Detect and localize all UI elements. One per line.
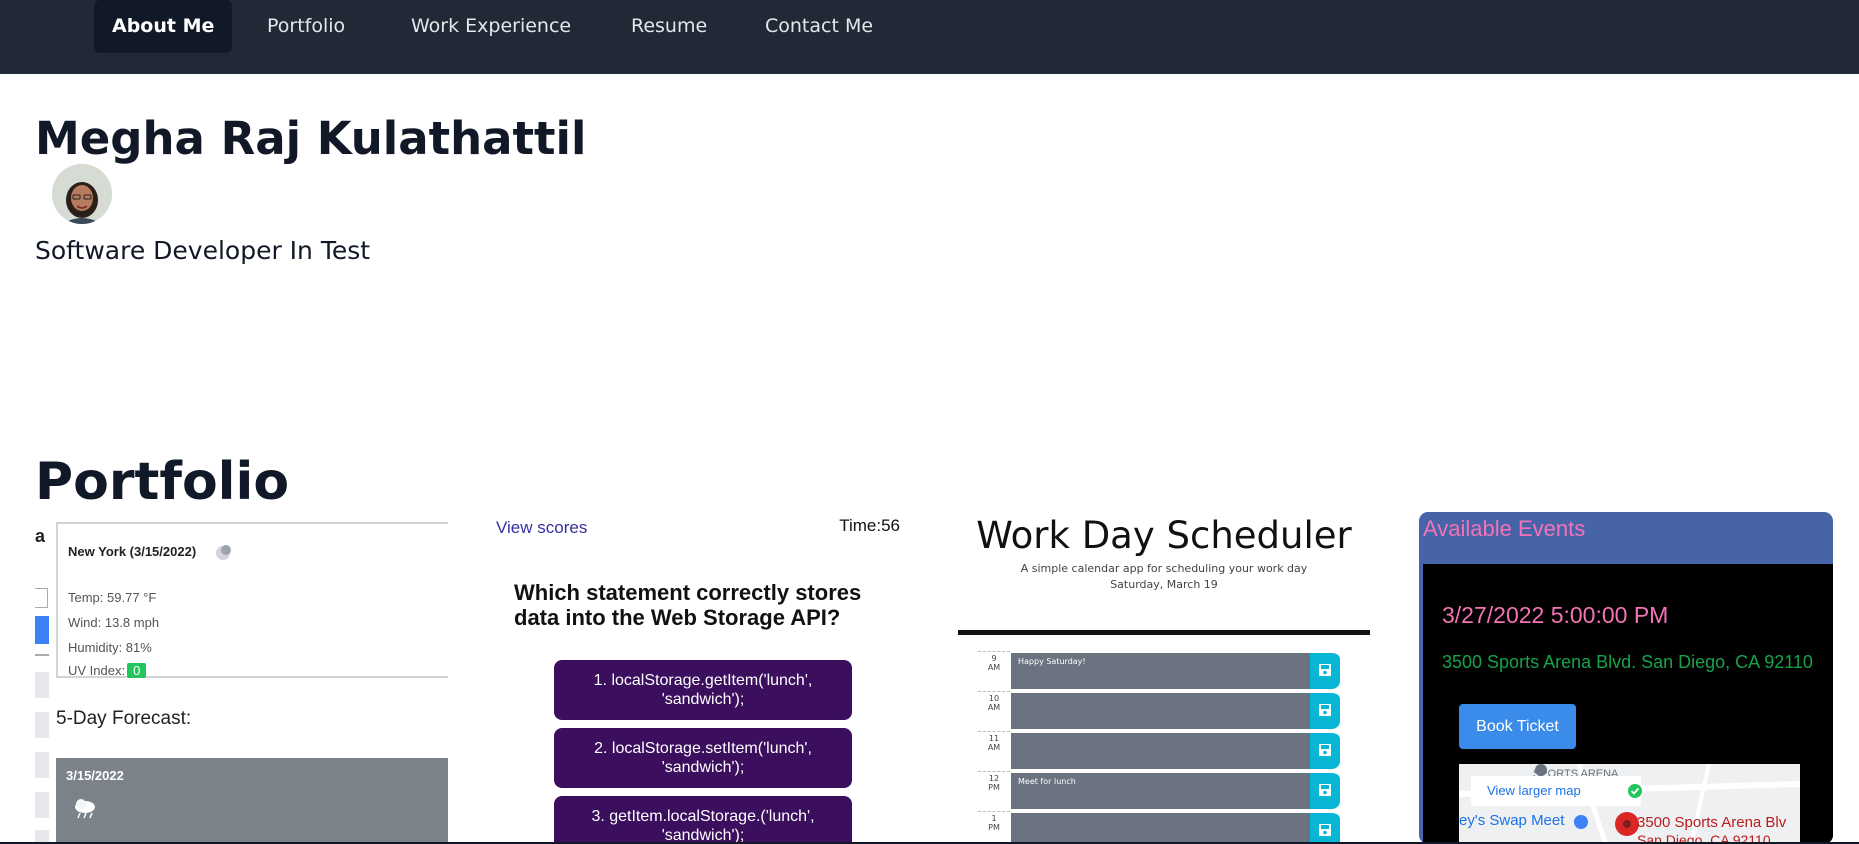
event-text[interactable] bbox=[1011, 691, 1310, 729]
quiz-answer-3[interactable]: 3. getItem.localStorage.('lunch', 'sandw… bbox=[554, 796, 852, 844]
hour-label: 10 AM bbox=[978, 691, 1010, 729]
map-venue-label: 3500 Sports Arena Blv bbox=[1637, 814, 1787, 831]
quiz-answer-2[interactable]: 2. localStorage.setItem('lunch', 'sandwi… bbox=[554, 728, 852, 788]
hour-label: 12 PM bbox=[978, 771, 1010, 809]
hour-label: 1 PM bbox=[978, 811, 1010, 844]
page-title: Megha Raj Kulathattil bbox=[35, 112, 587, 165]
avatar-photo-icon bbox=[52, 164, 112, 224]
weather-sidebar: a bbox=[35, 512, 55, 844]
event-map[interactable]: SPORTS ARENA View larger map ey's Swap M… bbox=[1459, 764, 1800, 844]
uv-badge: 0 bbox=[127, 663, 147, 678]
event-text[interactable]: Meet for lunch bbox=[1011, 771, 1310, 809]
forecast-heading: 5-Day Forecast: bbox=[56, 708, 192, 729]
nav-about-me[interactable]: About Me bbox=[94, 0, 233, 53]
forecast-card: 3/15/2022 bbox=[56, 758, 448, 844]
event-text[interactable]: Happy Saturday! bbox=[1011, 651, 1310, 689]
portfolio-event-booking[interactable]: Available Events 3/27/2022 5:00:00 PM 35… bbox=[1419, 512, 1833, 844]
event-date: 3/27/2022 5:00:00 PM bbox=[1442, 602, 1669, 628]
forecast-date: 3/15/2022 bbox=[66, 768, 124, 783]
nav-resume[interactable]: Resume bbox=[631, 0, 707, 53]
event-text[interactable] bbox=[1011, 811, 1310, 844]
scheduler-divider bbox=[958, 630, 1370, 635]
quiz-answer-1[interactable]: 1. localStorage.getItem('lunch', 'sandwi… bbox=[554, 660, 852, 720]
save-button[interactable] bbox=[1310, 771, 1340, 809]
rain-cloud-icon bbox=[75, 799, 95, 819]
save-button[interactable] bbox=[1310, 731, 1340, 769]
save-button[interactable] bbox=[1310, 651, 1340, 689]
scheduler-subtitle: A simple calendar app for scheduling you… bbox=[1020, 562, 1308, 575]
sidebar-letter: a bbox=[35, 526, 46, 546]
save-icon bbox=[1319, 704, 1331, 716]
save-icon bbox=[1319, 824, 1331, 836]
hour-label: 11 AM bbox=[978, 731, 1010, 769]
time-block-row: 9 AM Happy Saturday! bbox=[978, 651, 1350, 689]
portfolio-code-quiz[interactable]: View scores Time:56 Which statement corr… bbox=[482, 512, 914, 844]
portfolio-heading: Portfolio bbox=[35, 452, 290, 512]
time-block-row: 10 AM bbox=[978, 691, 1350, 729]
save-button[interactable] bbox=[1310, 811, 1340, 844]
weather-uv: UV Index: 0 bbox=[68, 663, 147, 678]
save-icon bbox=[1319, 744, 1331, 756]
avatar bbox=[52, 164, 112, 224]
portfolio-weather-dashboard[interactable]: a New York (3/15/2022) Temp: 59.77 °F Wi… bbox=[35, 512, 448, 844]
scheduler-date: Saturday, March 19 bbox=[1110, 578, 1218, 591]
time-block-row: 11 AM bbox=[978, 731, 1350, 769]
hour-label: 9 AM bbox=[978, 651, 1010, 689]
map-place-label: ey's Swap Meet bbox=[1459, 812, 1565, 829]
weather-city: New York (3/15/2022) bbox=[68, 544, 197, 559]
nav-contact-me[interactable]: Contact Me bbox=[765, 0, 873, 53]
event-card: 3/27/2022 5:00:00 PM 3500 Sports Arena B… bbox=[1423, 564, 1833, 844]
current-weather-box: New York (3/15/2022) Temp: 59.77 °F Wind… bbox=[56, 522, 448, 678]
job-title: Software Developer In Test bbox=[35, 236, 371, 265]
nav-work-experience[interactable]: Work Experience bbox=[411, 0, 571, 53]
view-larger-map-link[interactable]: View larger map bbox=[1471, 776, 1642, 806]
events-heading: Available Events bbox=[1423, 516, 1586, 541]
nav-portfolio[interactable]: Portfolio bbox=[267, 0, 345, 53]
weather-cloud-icon bbox=[216, 545, 231, 560]
weather-humidity: Humidity: 81% bbox=[68, 640, 152, 655]
book-ticket-button[interactable]: Book Ticket bbox=[1459, 704, 1576, 749]
top-navbar: About Me Portfolio Work Experience Resum… bbox=[0, 0, 1859, 74]
scheduler-title: Work Day Scheduler bbox=[976, 514, 1352, 557]
time-block-row: 1 PM bbox=[978, 811, 1350, 844]
quiz-question: Which statement correctly stores data in… bbox=[514, 580, 862, 630]
uv-label: UV Index: bbox=[68, 663, 126, 678]
check-circle-icon bbox=[1628, 784, 1642, 798]
time-block-row: 12 PM Meet for lunch bbox=[978, 771, 1350, 809]
save-icon bbox=[1319, 784, 1331, 796]
portfolio-work-day-scheduler[interactable]: Work Day Scheduler A simple calendar app… bbox=[958, 512, 1370, 844]
save-icon bbox=[1319, 664, 1331, 676]
save-button[interactable] bbox=[1310, 691, 1340, 729]
weather-temp: Temp: 59.77 °F bbox=[68, 590, 157, 605]
event-address: 3500 Sports Arena Blvd. San Diego, CA 92… bbox=[1442, 652, 1813, 672]
view-scores-link[interactable]: View scores bbox=[496, 518, 587, 538]
quiz-timer: Time:56 bbox=[839, 516, 900, 535]
weather-wind: Wind: 13.8 mph bbox=[68, 615, 160, 630]
event-text[interactable] bbox=[1011, 731, 1310, 769]
